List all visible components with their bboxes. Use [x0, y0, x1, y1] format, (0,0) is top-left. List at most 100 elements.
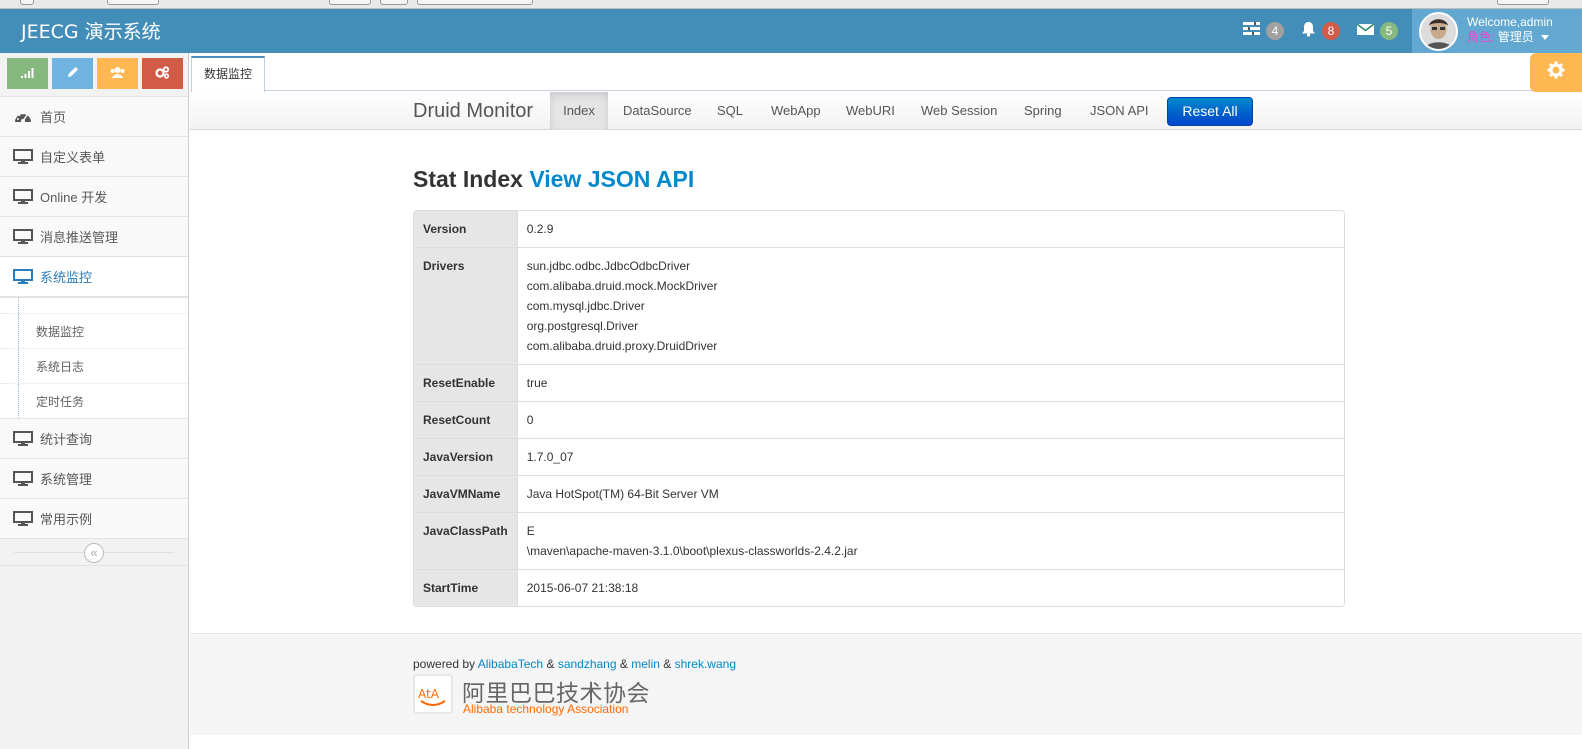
messages-dropdown[interactable]: 5	[1349, 9, 1406, 53]
toolbar-control[interactable]	[329, 0, 371, 5]
desktop-icon	[13, 189, 33, 204]
tasks-icon	[1243, 21, 1260, 41]
desktop-icon	[13, 269, 33, 284]
top-navbar: JEECG 演示系统 4 8 5 Welcome,admin 角色: 管理员	[0, 9, 1582, 53]
sidebar-item-custom-form[interactable]: 自定义表单	[0, 136, 188, 176]
stat-key: JavaVMName	[414, 475, 518, 512]
stat-key: JavaVersion	[414, 438, 518, 475]
stat-key: Version	[414, 211, 518, 247]
stat-value-line: com.mysql.jdbc.Driver	[526, 299, 645, 313]
tab-data-monitor[interactable]: 数据监控	[191, 56, 266, 92]
toolbar-control[interactable]	[380, 0, 408, 5]
sidebar-shortcuts	[0, 53, 188, 96]
settings-gear-button[interactable]	[1530, 53, 1582, 92]
sidebar-item-system-admin[interactable]: 系统管理	[0, 458, 188, 498]
author-separator: &	[619, 657, 628, 671]
druid-nav-datasource[interactable]: DataSource	[623, 92, 692, 130]
stat-row: JavaVMName Java HotSpot(TM) 64-Bit Server…	[414, 475, 1344, 512]
sidebar-item-statistics[interactable]: 统计查询	[0, 418, 188, 458]
druid-nav-json-api[interactable]: JSON API	[1090, 92, 1149, 130]
stat-value-line: com.alibaba.druid.proxy.DruidDriver	[526, 339, 718, 353]
stat-value-line: 1.7.0_07	[526, 450, 574, 464]
stat-value: Java HotSpot(TM) 64-Bit Server VM	[517, 475, 1344, 512]
reset-all-button[interactable]: Reset All	[1167, 97, 1253, 126]
sidebar-item-label: 消息推送管理	[40, 230, 119, 245]
stat-row: Drivers sun.jdbc.odbc.JdbcOdbcDriver com.a…	[414, 247, 1344, 364]
druid-nav-weburi[interactable]: WebURI	[846, 92, 895, 130]
desktop-icon	[13, 471, 33, 486]
view-json-api-link[interactable]: View JSON API	[529, 166, 694, 192]
stat-value: true	[517, 364, 1344, 401]
gear-icon	[1547, 61, 1565, 84]
shortcut-stats-button[interactable]	[7, 58, 48, 89]
page-title: Stat Index View JSON API	[413, 166, 694, 193]
stat-value: E \maven\apache-maven-3.1.0\boot\plexus-c…	[517, 512, 1344, 569]
stat-value-line: \maven\apache-maven-3.1.0\boot\plexus-cl…	[526, 544, 858, 558]
tasks-dropdown[interactable]: 4	[1235, 9, 1292, 53]
stat-key: Drivers	[414, 247, 518, 364]
alibaba-tech-association-logo[interactable]: AtA 阿里巴巴技术协会 Alibaba technology Associat…	[413, 674, 653, 718]
stat-value: 2015-06-07 21:38:18	[517, 569, 1344, 606]
druid-brand[interactable]: Druid Monitor	[413, 100, 533, 123]
stat-value-line: 2015-06-07 21:38:18	[526, 581, 639, 595]
stat-value-line: org.postgresql.Driver	[526, 319, 639, 333]
stat-row: Version 0.2.9	[414, 211, 1344, 247]
stat-value-line: E	[526, 524, 535, 538]
stat-row: JavaClassPath E \maven\apache-maven-3.1.0\…	[414, 512, 1344, 569]
author-link-sandzhang[interactable]: sandzhang	[558, 657, 617, 671]
stat-value-line: true	[526, 376, 548, 390]
ata-logo-icon: AtA	[413, 674, 453, 714]
sidebar-item-message-push[interactable]: 消息推送管理	[0, 216, 188, 256]
dashboard-icon	[13, 109, 33, 124]
sidebar-item-examples[interactable]: 常用示例	[0, 498, 188, 538]
stat-key: JavaClassPath	[414, 512, 518, 569]
double-chevron-left-icon[interactable]: «	[84, 543, 104, 563]
desktop-icon	[13, 511, 33, 526]
group-icon	[110, 66, 125, 81]
sidebar-item-label: 统计查询	[40, 432, 93, 447]
app-brand[interactable]: JEECG 演示系统	[21, 21, 161, 43]
author-link-melin[interactable]: melin	[631, 657, 660, 671]
submenu-item-system-log[interactable]: 系统日志	[0, 348, 188, 383]
stat-key: StartTime	[414, 569, 518, 606]
sidebar-item-system-monitor[interactable]: 系统监控	[0, 256, 188, 296]
sidebar-item-online-dev[interactable]: Online 开发	[0, 176, 188, 216]
toolbar-control[interactable]	[1497, 0, 1549, 5]
toolbar-control[interactable]	[107, 0, 159, 5]
sidebar-item-home[interactable]: 首页	[0, 96, 188, 136]
sidebar: 首页 自定义表单 Online 开发 消息推送管理 系统监控 数据监控 系统日志…	[0, 53, 189, 749]
role-label: 角色:	[1467, 30, 1495, 44]
author-link-alibabatech[interactable]: AlibabaTech	[478, 657, 543, 671]
stat-value: 1.7.0_07	[517, 438, 1344, 475]
stat-value: 0	[517, 401, 1344, 438]
system-monitor-submenu: 数据监控 系统日志 定时任务	[0, 296, 188, 418]
desktop-icon	[13, 229, 33, 244]
submenu-item-scheduled-task[interactable]: 定时任务	[0, 383, 188, 418]
svg-text:AtA: AtA	[418, 687, 440, 701]
druid-nav-sql[interactable]: SQL	[717, 92, 743, 130]
stat-index-table: Version 0.2.9 Drivers sun.jdbc.odbc.JdbcOdb…	[413, 210, 1345, 607]
messages-count-badge: 5	[1380, 22, 1398, 40]
notifications-dropdown[interactable]: 8	[1292, 9, 1349, 53]
druid-nav-index[interactable]: Index	[550, 92, 608, 130]
user-menu[interactable]: Welcome,admin 角色: 管理员	[1412, 9, 1582, 53]
sidebar-item-label: 系统管理	[40, 472, 93, 487]
stat-row: JavaVersion 1.7.0_07	[414, 438, 1344, 475]
druid-nav-webapp[interactable]: WebApp	[771, 92, 821, 130]
sidebar-collapse-bar: «	[0, 538, 188, 566]
submenu-item-data-monitor[interactable]: 数据监控	[0, 313, 188, 348]
tab-bar: 数据监控	[190, 53, 1582, 92]
druid-nav-spring[interactable]: Spring	[1024, 92, 1062, 130]
shortcut-settings-button[interactable]	[142, 58, 183, 89]
author-link-shrek-wang[interactable]: shrek.wang	[675, 657, 736, 671]
druid-nav-web-session[interactable]: Web Session	[921, 92, 997, 130]
logo-english-text: Alibaba technology Association	[463, 702, 629, 716]
shortcut-edit-button[interactable]	[52, 58, 93, 89]
toolbar-control[interactable]	[20, 0, 34, 5]
shortcut-users-button[interactable]	[97, 58, 138, 89]
powered-by-line: powered by AlibabaTech & sandzhang & mel…	[413, 657, 736, 671]
stat-key: ResetEnable	[414, 364, 518, 401]
toolbar-control[interactable]	[417, 0, 533, 5]
sidebar-item-label: 常用示例	[40, 512, 93, 527]
caret-down-icon	[1541, 35, 1550, 41]
